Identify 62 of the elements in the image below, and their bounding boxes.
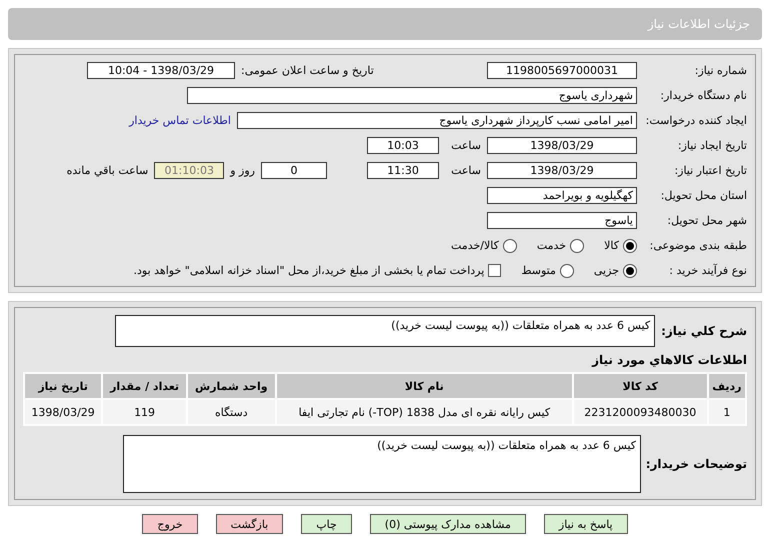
radio-label: کالا/خدمت: [451, 239, 499, 252]
field-label: نام دستگاه خریدار:: [659, 89, 747, 102]
action-button[interactable]: خروج: [142, 514, 198, 534]
requester-field: امیر امامی نسب کارپرداز شهرداری یاسوج: [237, 112, 637, 129]
buyer-notes-box: کیس 6 عدد به همراه متعلقات ((به پیوست لیست خرید)): [123, 435, 641, 493]
action-button[interactable]: مشاهده مدارک پیوستی (0): [370, 514, 526, 534]
field-label: ساعت: [450, 164, 481, 177]
table-cell: دستگاه: [188, 400, 275, 424]
radio-button[interactable]: [623, 264, 637, 278]
date-field: 1398/03/29: [487, 137, 637, 154]
radio-label: متوسط: [521, 264, 556, 277]
checkbox[interactable]: [488, 264, 502, 277]
summary-label: شرح کلي نیاز:: [661, 324, 747, 338]
field-label: استان محل تحویل:: [660, 189, 747, 202]
field-label: شهر محل تحویل:: [666, 214, 747, 227]
field-label: نوع فرآیند خرید :: [668, 264, 747, 277]
time-field: 10:03: [367, 137, 439, 154]
summary-box: کیس 6 عدد به همراه متعلقات ((به پیوست لیست خرید)): [115, 315, 656, 347]
time-field: 11:30: [367, 162, 439, 179]
remaining-time-field: 01:10:03: [154, 162, 224, 179]
announce-date-field: 1398/03/29 - 10:04: [87, 62, 235, 79]
notes-label: توضیحات خریدار:: [647, 457, 747, 471]
field-label: شماره نیاز:: [694, 64, 747, 77]
field-label: روز و: [230, 164, 255, 177]
province-field: کهگیلویه و بویراحمد: [487, 187, 637, 204]
buyer-org-field: شهرداری یاسوج: [187, 87, 637, 104]
radio-button[interactable]: [560, 264, 574, 278]
days-field: 0: [261, 162, 327, 179]
radio-button[interactable]: [570, 238, 584, 252]
field-label: تاریخ ایجاد نیاز:: [676, 139, 747, 152]
table-cell: 1398/03/29: [25, 400, 102, 424]
field-label: تاریخ اعتبار نیاز:: [673, 164, 747, 177]
table-cell: 2231200093480030: [574, 400, 707, 424]
date-field: 1398/03/29: [487, 162, 637, 179]
radio-label: کالا: [604, 239, 619, 252]
field-label: ساعت: [450, 139, 481, 152]
column-header: نام کالا: [276, 374, 572, 398]
radio-label: جزیی: [594, 264, 619, 277]
need-number-field: 1198005697000031: [487, 62, 637, 79]
contact-link[interactable]: اطلاعات تماس خریدار: [129, 114, 231, 127]
action-button[interactable]: چاپ: [301, 514, 352, 534]
column-header: ردیف: [708, 374, 745, 398]
field-label: ایجاد کننده درخواست:: [644, 114, 747, 127]
column-header: تعداد / مقدار: [103, 374, 186, 398]
field-label: طبقه بندی موضوعی:: [648, 239, 747, 252]
header-title: جزئیات اطلاعات نیاز: [648, 17, 750, 31]
table-cell: 119: [103, 400, 186, 424]
radio-button[interactable]: [623, 238, 637, 252]
action-button[interactable]: بازگشت: [216, 514, 284, 534]
table-cell: 1: [708, 400, 745, 424]
action-button[interactable]: پاسخ به نیاز: [544, 514, 628, 534]
table-cell: کیس رایانه نقره ای مدل 1838 (TOP-) نام تجارتی ایفا: [276, 400, 572, 424]
field-label: ساعت باقي مانده: [66, 164, 148, 177]
radio-label: خدمت: [536, 239, 566, 252]
field-label: تاریخ و ساعت اعلان عمومی:: [241, 64, 374, 77]
radio-button[interactable]: [502, 238, 517, 252]
column-header: کد کالا: [574, 374, 707, 398]
city-field: یاسوج: [487, 212, 637, 229]
column-header: تاریخ نیاز: [25, 374, 102, 398]
column-header: واحد شمارش: [188, 374, 275, 398]
checkbox-label: پرداخت تمام یا بخشی از مبلغ خرید،از محل "اسناد خزانه اسلامی" خواهد بود.: [134, 264, 484, 277]
section-title: اطلاعات کالاهاي مورد نیاز: [590, 353, 747, 367]
